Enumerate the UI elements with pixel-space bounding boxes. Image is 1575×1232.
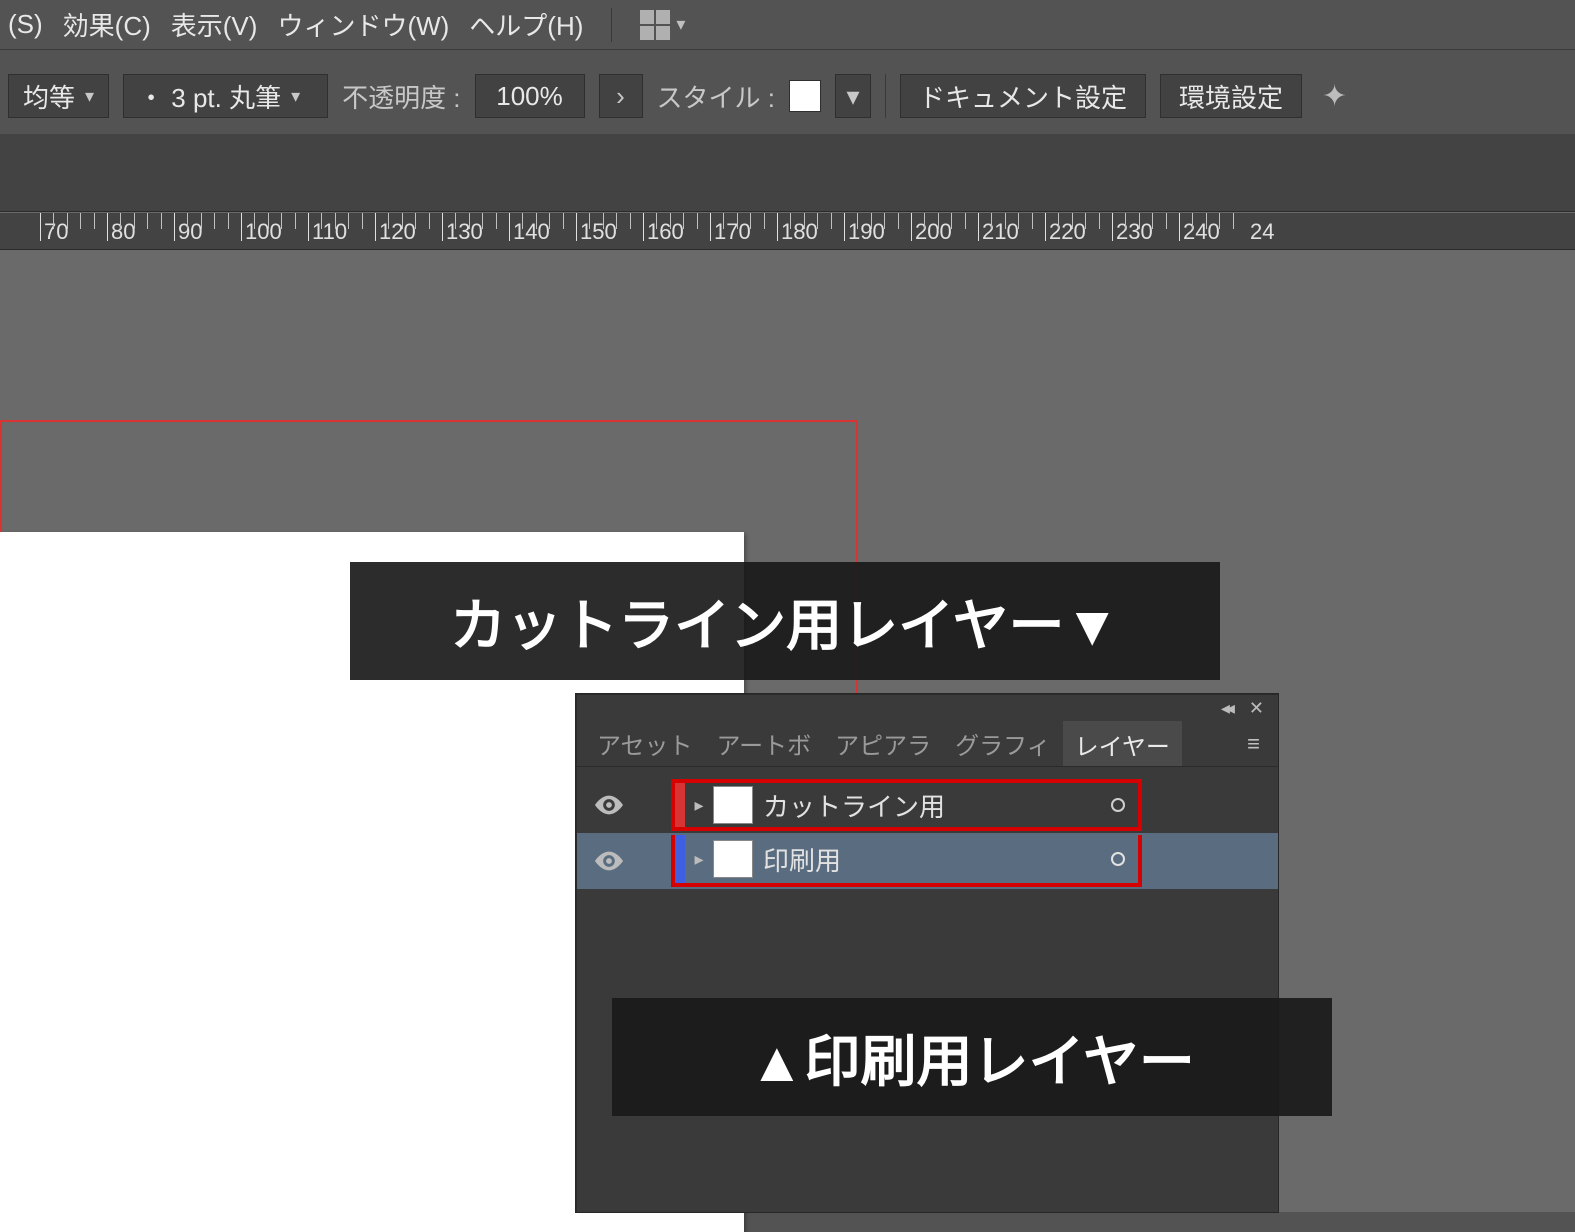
tab-graphic[interactable]: グラフィ xyxy=(943,721,1063,766)
control-bar: 均等 ▾ ・ 3 pt. 丸筆 ▾ 不透明度 : 100% › スタイル : ▾… xyxy=(0,68,1575,124)
chevron-right-icon: › xyxy=(616,81,625,112)
chevron-down-icon: ▾ xyxy=(846,81,859,112)
annotation-cutline-text: カットライン用レイヤー▼ xyxy=(450,581,1120,662)
close-icon[interactable]: ✕ xyxy=(1249,698,1264,719)
layer-row-cutline[interactable]: ▸ カットライン用 xyxy=(577,777,1278,833)
highlight-box: ▸ カットライン用 xyxy=(671,779,1142,831)
uniform-label: 均等 xyxy=(23,78,75,115)
panel-tabs: アセット アートボ アピアラ グラフィ レイヤー ≡ xyxy=(577,721,1278,767)
ruler-number: 170 xyxy=(714,219,751,245)
chevron-down-icon: ▾ xyxy=(291,86,300,107)
menu-select[interactable]: (S) xyxy=(8,9,43,40)
empty-tab-strip xyxy=(0,134,1575,212)
tab-label: アピアラ xyxy=(835,726,931,761)
tab-label: グラフィ xyxy=(955,726,1051,761)
separator xyxy=(885,74,886,118)
opacity-input[interactable]: 100% xyxy=(475,74,585,118)
tab-label: レイヤー xyxy=(1075,727,1170,762)
preferences-button[interactable]: 環境設定 xyxy=(1160,74,1302,118)
ruler-number: 240 xyxy=(1183,219,1220,245)
layer-color-blue xyxy=(675,835,685,883)
ruler-number: 80 xyxy=(111,219,135,245)
menu-window[interactable]: ウィンドウ(W) xyxy=(277,6,449,43)
ruler-number: 120 xyxy=(379,219,416,245)
target-icon[interactable] xyxy=(1098,851,1138,867)
layer-thumbnail xyxy=(713,840,753,878)
ruler-number: 180 xyxy=(781,219,818,245)
tab-assets[interactable]: アセット xyxy=(585,721,705,766)
ruler-number: 160 xyxy=(647,219,684,245)
ruler-number: 90 xyxy=(178,219,202,245)
tab-layers[interactable]: レイヤー xyxy=(1063,721,1182,766)
horizontal-ruler[interactable]: 70 80 90 100 110 120 130 140 150 160 170 180 190 200 2… xyxy=(0,212,1575,250)
opacity-popup-button[interactable]: › xyxy=(599,74,643,118)
annotation-print-text: ▲印刷用レイヤー xyxy=(749,1017,1195,1098)
ruler-number: 220 xyxy=(1049,219,1086,245)
preferences-label: 環境設定 xyxy=(1179,78,1283,115)
ruler-number: 110 xyxy=(312,219,347,245)
annotation-print-layer: ▲印刷用レイヤー xyxy=(612,998,1332,1116)
menu-effect[interactable]: 効果(C) xyxy=(63,6,151,43)
tab-label: アセット xyxy=(597,726,693,761)
ruler-number: 70 xyxy=(44,219,68,245)
ruler-number: 190 xyxy=(848,219,885,245)
chevron-down-icon: ▾ xyxy=(676,14,685,35)
ruler-number: 150 xyxy=(580,219,617,245)
layer-color-red xyxy=(675,783,685,827)
document-setup-button[interactable]: ドキュメント設定 xyxy=(900,74,1146,118)
separator xyxy=(611,8,612,42)
layer-name[interactable]: カットライン用 xyxy=(763,787,1098,824)
panel-menu-icon[interactable]: ≡ xyxy=(1239,731,1270,757)
arrange-grid-icon xyxy=(640,10,670,40)
eye-icon xyxy=(595,795,623,815)
application-menubar: (S) 効果(C) 表示(V) ウィンドウ(W) ヘルプ(H) ▾ xyxy=(0,0,1575,50)
collapse-icon[interactable]: ◂◂ xyxy=(1221,698,1231,719)
uniform-dropdown[interactable]: 均等 ▾ xyxy=(8,74,109,118)
stroke-profile-dropdown[interactable]: ・ 3 pt. 丸筆 ▾ xyxy=(123,74,328,118)
tab-artboards[interactable]: アートボ xyxy=(705,721,824,766)
target-icon[interactable] xyxy=(1098,797,1138,813)
graphic-style-swatch[interactable] xyxy=(789,80,821,112)
chevron-down-icon: ▾ xyxy=(85,86,94,107)
menu-help[interactable]: ヘルプ(H) xyxy=(469,6,583,43)
document-setup-label: ドキュメント設定 xyxy=(919,78,1127,115)
stroke-profile-value: ・ 3 pt. 丸筆 xyxy=(138,78,281,115)
opacity-label: 不透明度 : xyxy=(342,78,460,115)
pin-icon[interactable]: ✦ xyxy=(1322,79,1347,114)
style-label: スタイル : xyxy=(657,78,775,115)
panel-titlebar: ◂◂ ✕ xyxy=(577,695,1278,721)
highlight-box: ▸ 印刷用 xyxy=(671,835,1142,887)
visibility-toggle[interactable] xyxy=(577,851,641,871)
ruler-number: 140 xyxy=(513,219,550,245)
layers-panel: ◂◂ ✕ アセット アートボ アピアラ グラフィ レイヤー ≡ ▸ カットライン… xyxy=(576,694,1278,1212)
layer-thumbnail xyxy=(713,786,753,824)
disclosure-triangle[interactable]: ▸ xyxy=(685,795,713,816)
visibility-toggle[interactable] xyxy=(577,795,641,815)
annotation-cutline-layer: カットライン用レイヤー▼ xyxy=(350,562,1220,680)
ruler-number: 100 xyxy=(245,219,282,245)
style-dropdown[interactable]: ▾ xyxy=(835,74,871,118)
ruler-number: 130 xyxy=(446,219,483,245)
tab-appearance[interactable]: アピアラ xyxy=(823,721,943,766)
ruler-number: 24 xyxy=(1250,219,1274,245)
layer-name[interactable]: 印刷用 xyxy=(763,841,1098,878)
eye-icon xyxy=(595,851,623,871)
opacity-value: 100% xyxy=(496,81,563,112)
disclosure-triangle[interactable]: ▸ xyxy=(685,849,713,870)
layer-row-print[interactable]: ▸ 印刷用 xyxy=(577,833,1278,889)
tab-label: アートボ xyxy=(717,726,812,761)
ruler-number: 200 xyxy=(915,219,952,245)
layer-list: ▸ カットライン用 ▸ 印刷用 xyxy=(577,767,1278,899)
menu-view[interactable]: 表示(V) xyxy=(171,6,258,43)
ruler-number: 230 xyxy=(1116,219,1153,245)
arrange-documents-button[interactable]: ▾ xyxy=(640,10,685,40)
ruler-number: 210 xyxy=(982,219,1019,245)
